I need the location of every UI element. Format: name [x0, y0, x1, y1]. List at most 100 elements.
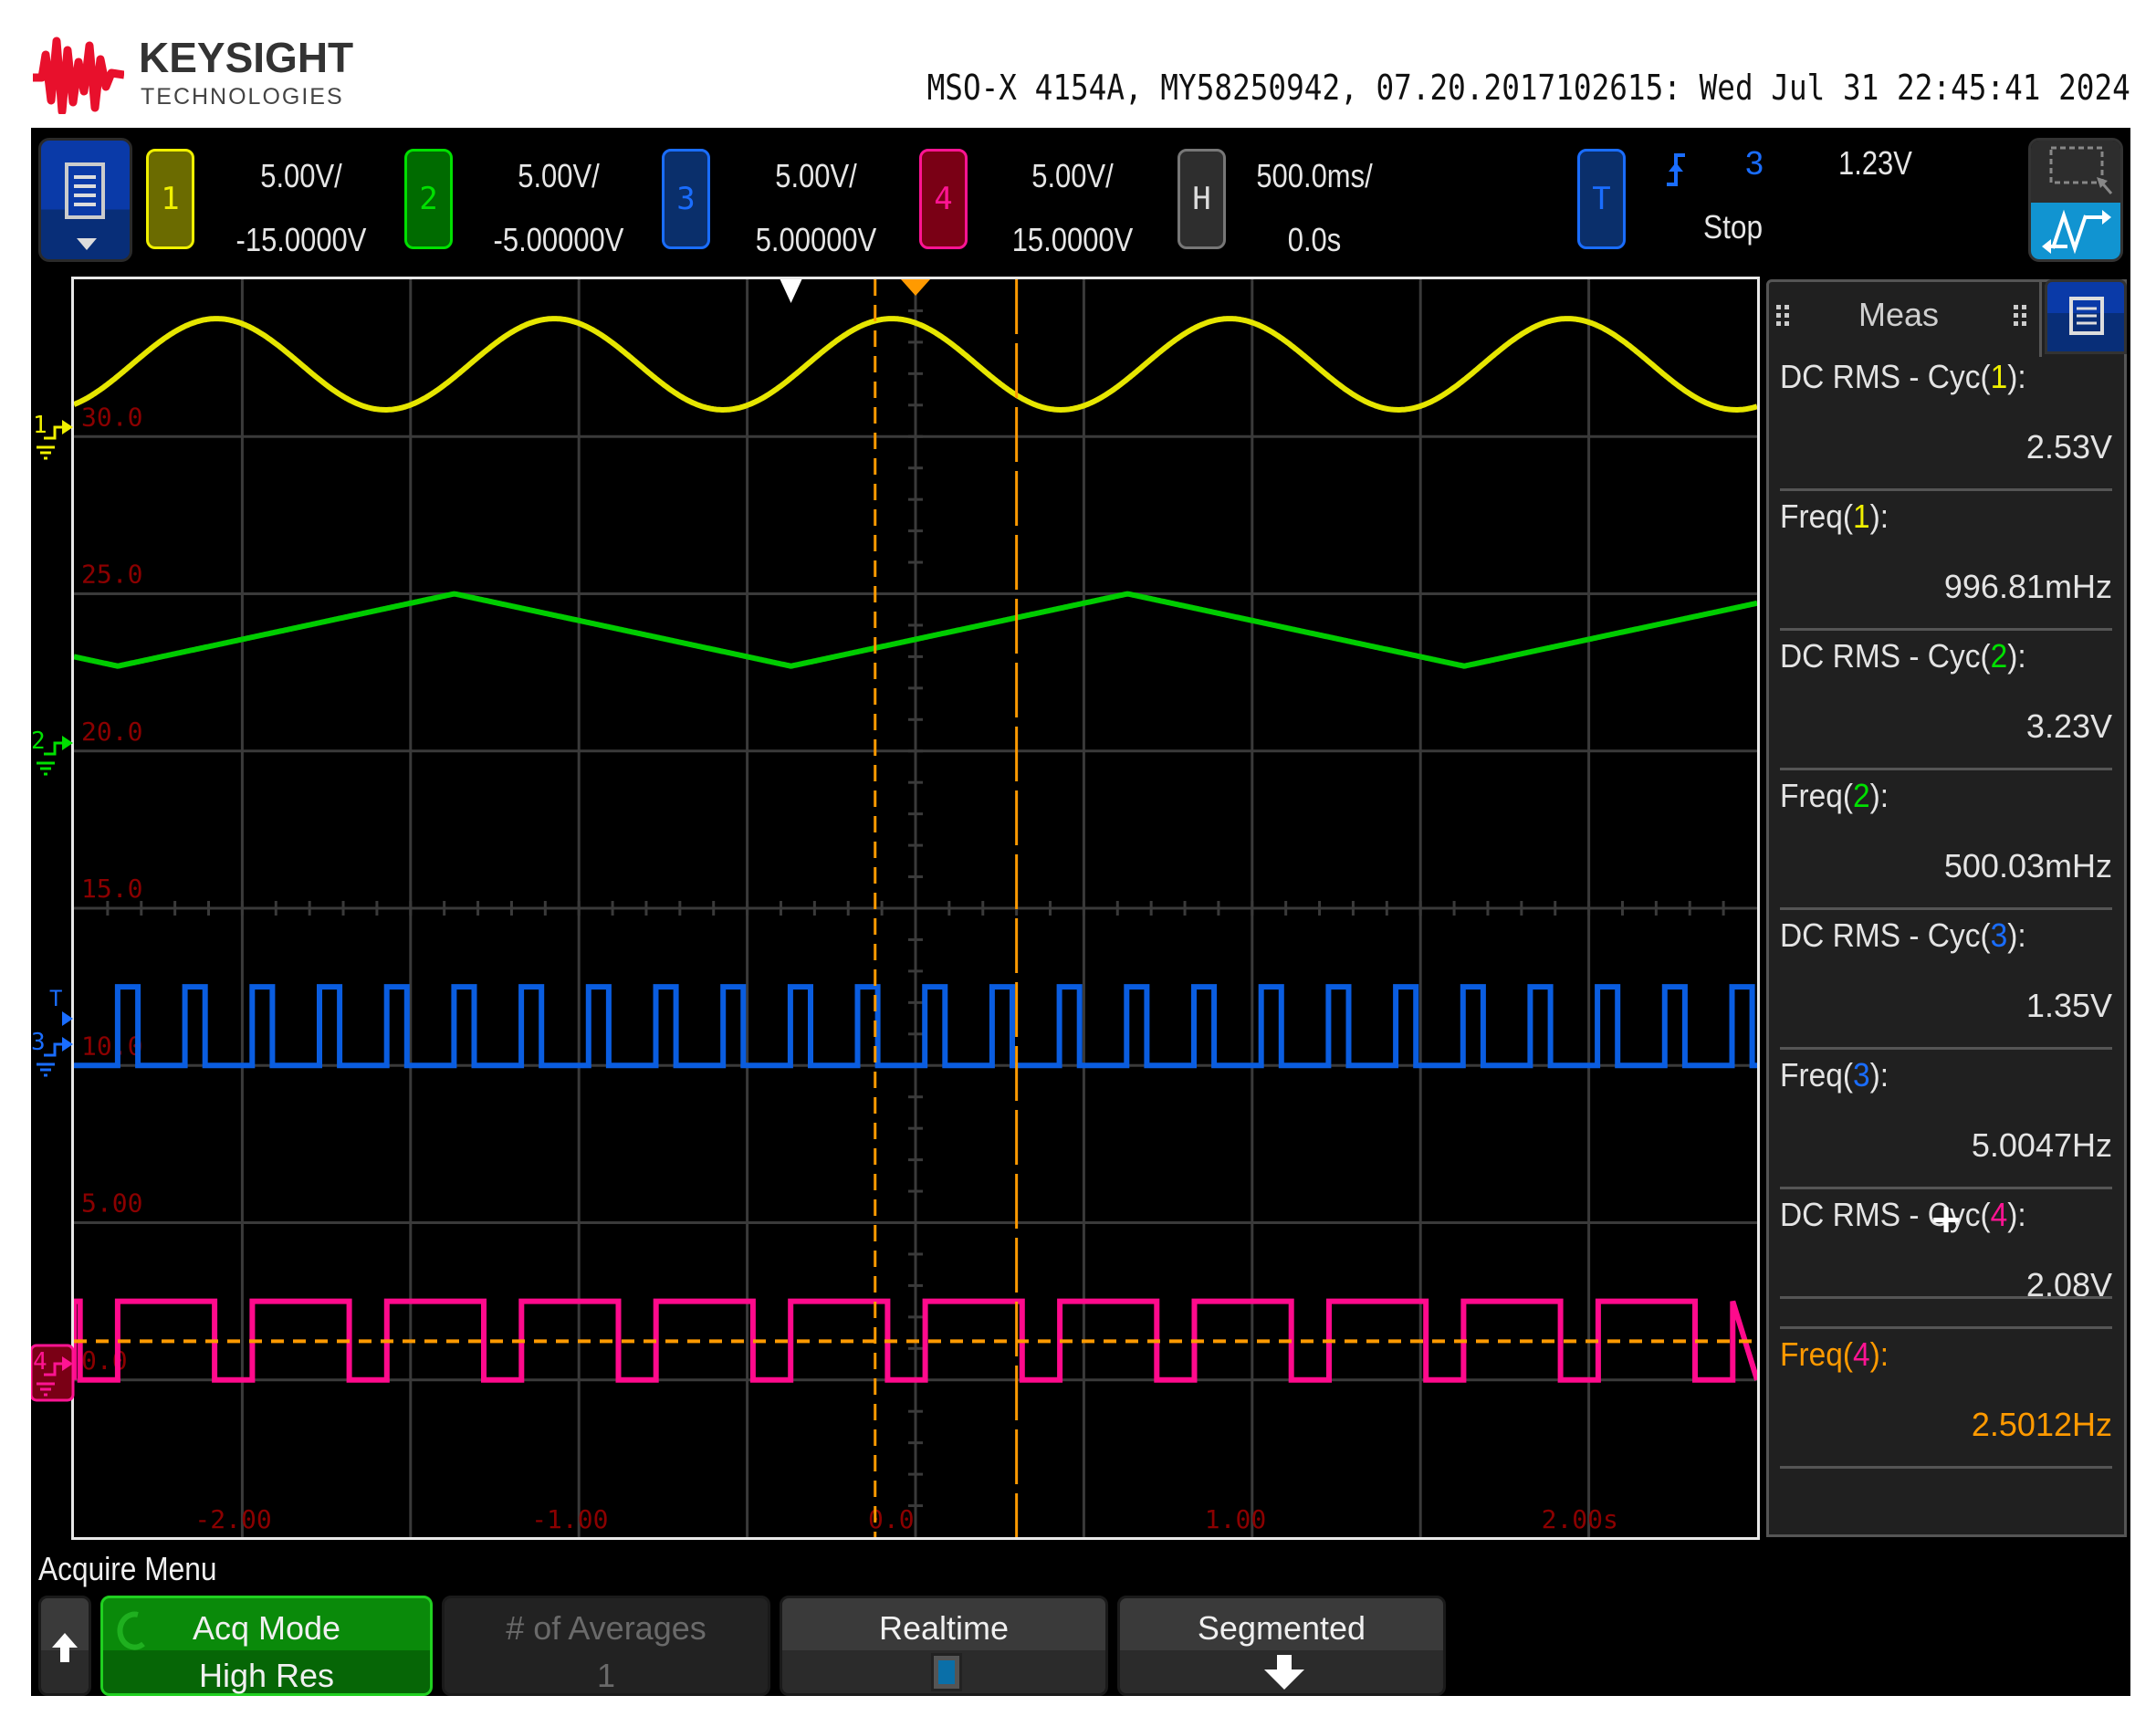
channel-2-button[interactable]: 2	[404, 149, 453, 249]
measurement-label[interactable]: DC RMS - Cyc(3):	[1780, 916, 2094, 955]
zoom-box-mode-button[interactable]	[2031, 141, 2120, 203]
voltage-tick-label: 0.0	[81, 1345, 128, 1376]
channel-4-ground-marker[interactable]: 4	[31, 1344, 75, 1402]
main-menu-button[interactable]	[38, 138, 132, 262]
channel-1-number: 1	[161, 181, 180, 217]
voltage-tick-label: 15.0	[81, 874, 142, 904]
time-tick-label: 1.00	[1205, 1504, 1266, 1534]
realtime-softkey[interactable]: Realtime	[780, 1596, 1108, 1696]
channel-4-number: 4	[934, 181, 953, 217]
measurement-name: Freq(	[1780, 497, 1853, 535]
measurement-label[interactable]: DC RMS - Cyc(2):	[1780, 637, 2094, 675]
channel-2-ground-marker[interactable]: 2	[31, 727, 73, 776]
averages-softkey: # of Averages 1	[442, 1596, 770, 1696]
channel-1-ground-marker[interactable]: 1	[33, 412, 73, 460]
measurement-separator	[1780, 1047, 2112, 1050]
run-status: Stop	[1703, 208, 1764, 246]
measurement-name: DC RMS - Cyc(	[1780, 916, 1991, 954]
measurement-label[interactable]: Freq(4):	[1780, 1335, 2094, 1374]
back-button[interactable]	[38, 1596, 91, 1696]
box-zoom-icon	[2049, 146, 2113, 194]
measurement-channel: 3	[1990, 916, 2008, 954]
header: KEYSIGHT TECHNOLOGIES MSO-X 4154A, MY582…	[0, 0, 2156, 128]
measurement-value: 996.81mHz	[1943, 567, 2112, 605]
measurement-label[interactable]: Freq(3):	[1780, 1056, 2094, 1094]
measurement-separator	[1780, 1187, 2112, 1189]
channel-3-settings[interactable]: 5.00V/ 5.00000V	[746, 144, 887, 272]
time-scale: 500.0ms/	[1256, 157, 1373, 194]
dropdown-triangle-icon	[77, 238, 97, 250]
measurement-name: Freq(	[1780, 777, 1853, 814]
menu-document-icon	[65, 162, 105, 219]
trigger-position-marker	[901, 279, 930, 296]
measurement-label[interactable]: DC RMS - Cyc(1):	[1780, 358, 2094, 396]
waveform-plot[interactable]: 35.0V30.025.020.015.010.05.000.0-2.00-1.…	[74, 279, 1757, 1537]
segmented-label: Segmented	[1197, 1609, 1366, 1647]
down-arrow-icon	[1264, 1655, 1304, 1690]
channel-4-offset: 15.0000V	[1011, 221, 1134, 258]
grid-lines	[74, 279, 1757, 1537]
brand-name: KEYSIGHT	[139, 34, 354, 81]
segmented-softkey[interactable]: Segmented	[1117, 1596, 1446, 1696]
voltage-tick-label: 25.0	[81, 560, 142, 590]
measurements-menu-button[interactable]	[2045, 279, 2127, 354]
channel-4-button[interactable]: 4	[919, 149, 968, 249]
measurement-label[interactable]: Freq(2):	[1780, 777, 2094, 815]
channel-3-number: 3	[676, 181, 696, 217]
measurement-separator	[1780, 1326, 2112, 1329]
acq-mode-label: Acq Mode	[192, 1609, 341, 1647]
horizontal-button[interactable]: H	[1177, 149, 1226, 249]
measurement-value: 500.03mHz	[1943, 846, 2112, 884]
up-arrow-icon	[52, 1633, 78, 1662]
realtime-checkbox[interactable]	[931, 1653, 962, 1691]
channel-3-button[interactable]: 3	[662, 149, 710, 249]
measurement-channel: 1	[1990, 358, 2008, 395]
channel-2-offset: -5.00000V	[493, 221, 624, 258]
measurement-channel: 4	[1852, 1335, 1870, 1373]
horizontal-badge-label: H	[1192, 181, 1211, 217]
horizontal-settings[interactable]: 500.0ms/ 0.0s	[1244, 144, 1386, 272]
drag-grip-left-icon[interactable]	[1776, 305, 1793, 329]
measurements-tab[interactable]: Meas	[1826, 296, 1972, 334]
voltage-tick-label: 10.0	[81, 1031, 142, 1061]
trigger-level[interactable]: 1.23V	[1838, 144, 1912, 183]
touch-mode-toggle[interactable]	[2028, 138, 2123, 262]
drag-grip-right-icon[interactable]	[2014, 305, 2030, 329]
measurement-value: 1.35V	[2025, 986, 2112, 1024]
measurement-name-suffix: ):	[1869, 497, 1889, 535]
channel-3-offset: 5.00000V	[755, 221, 877, 258]
measurement-name-suffix: ):	[1869, 777, 1889, 814]
measurement-separator	[1780, 1296, 2112, 1299]
channel-2-settings[interactable]: 5.00V/ -5.00000V	[488, 144, 630, 272]
channel-4-settings[interactable]: 5.00V/ 15.0000V	[1002, 144, 1144, 272]
channel-2-number: 2	[419, 181, 438, 217]
time-delay: 0.0s	[1287, 221, 1342, 258]
averages-label: # of Averages	[506, 1609, 706, 1647]
trigger-button[interactable]: T	[1577, 149, 1626, 249]
acq-mode-value: High Res	[198, 1657, 335, 1694]
add-measurement-button[interactable]: +	[1780, 1196, 2112, 1242]
svg-text:3: 3	[31, 1029, 46, 1056]
svg-text:2: 2	[31, 727, 46, 755]
measurement-separator	[1780, 1466, 2112, 1469]
brand-subtitle: TECHNOLOGIES	[141, 84, 344, 110]
channel-1-button[interactable]: 1	[146, 149, 194, 249]
channel-3-ground-marker[interactable]: 3	[31, 1029, 73, 1077]
trigger-level-marker[interactable]: T	[49, 986, 73, 1026]
acq-mode-softkey[interactable]: Acq Mode High Res	[100, 1596, 433, 1696]
measurement-name-suffix: ):	[1869, 1056, 1889, 1094]
measurement-channel: 1	[1852, 497, 1870, 535]
measurement-label[interactable]: Freq(1):	[1780, 497, 2094, 536]
realtime-label: Realtime	[878, 1609, 1010, 1647]
list-menu-icon	[2069, 297, 2104, 335]
channel-1-scale: 5.00V/	[260, 157, 342, 194]
time-tick-label: -1.00	[531, 1504, 608, 1534]
measurement-name: DC RMS - Cyc(	[1780, 637, 1991, 675]
measurement-separator	[1780, 907, 2112, 910]
trigger-source[interactable]: 3	[1745, 144, 1764, 183]
voltage-tick-label: 5.00	[81, 1188, 142, 1219]
measurement-channel: 3	[1852, 1056, 1870, 1094]
pan-mode-button[interactable]	[2031, 202, 2120, 259]
measurement-name: Freq(	[1780, 1335, 1853, 1373]
channel-1-settings[interactable]: 5.00V/ -15.0000V	[231, 144, 372, 272]
